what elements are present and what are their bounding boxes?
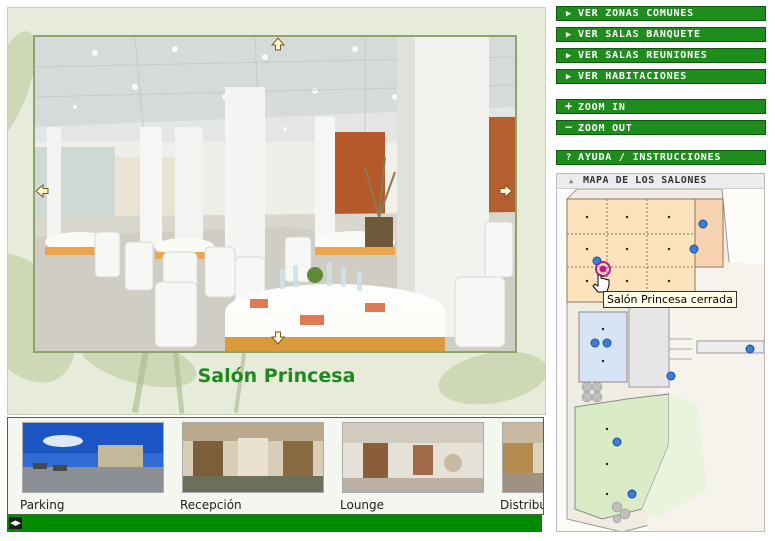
pan-down-arrow-icon[interactable]: [271, 331, 285, 345]
thumbnail-item[interactable]: Lounge: [340, 422, 484, 512]
tour-app: Salón Princesa Parking Recepción Lounge …: [0, 0, 775, 541]
play-triangle-icon: ▶: [565, 51, 573, 61]
floor-plan-drawing: [566, 189, 764, 531]
thumbnail-image: [22, 422, 164, 493]
scroll-left-right-icon[interactable]: ◀▶: [9, 517, 22, 529]
thumbnail-scrollbar[interactable]: ◀▶: [7, 515, 542, 532]
thumbnail-label: Parking: [20, 498, 65, 512]
map-tooltip: Salón Princesa cerrada: [603, 291, 737, 308]
thumbnail-item[interactable]: Distribu: [500, 422, 544, 512]
collapse-triangle-icon[interactable]: ▲: [569, 174, 579, 188]
thumbnail-image: [502, 422, 543, 493]
zoom-in-label: ZOOM IN: [578, 102, 626, 113]
map-title: MAPA DE LOS SALONES: [583, 175, 707, 186]
thumbnail-image: [342, 422, 484, 493]
nav-button-salas-reuniones[interactable]: ▶ VER SALAS REUNIONES: [556, 48, 766, 63]
zoom-out-label: ZOOM OUT: [578, 123, 633, 134]
nav-button-zonas-comunes[interactable]: ▶ VER ZONAS COMUNES: [556, 6, 766, 21]
ballroom-panorama-image: [35, 37, 515, 351]
help-button[interactable]: ? AYUDA / INSTRUCCIONES: [556, 150, 766, 165]
nav-button-label: VER HABITACIONES: [578, 71, 688, 82]
pan-left-arrow-icon[interactable]: [35, 184, 49, 198]
thumbnail-item[interactable]: Recepción: [180, 422, 324, 512]
floor-plan-map: ▲ MAPA DE LOS SALONES: [556, 173, 765, 532]
help-label: AYUDA / INSTRUCCIONES: [578, 152, 722, 163]
nav-button-salas-banquete[interactable]: ▶ VER SALAS BANQUETE: [556, 27, 766, 42]
panorama-viewer-panel: Salón Princesa: [7, 7, 546, 415]
thumbnail-label: Distribu: [500, 498, 544, 512]
nav-button-habitaciones[interactable]: ▶ VER HABITACIONES: [556, 69, 766, 84]
zoom-out-button[interactable]: − ZOOM OUT: [556, 120, 766, 135]
nav-button-label: VER SALAS BANQUETE: [578, 29, 701, 40]
thumbnail-image: [182, 422, 324, 493]
map-header: ▲ MAPA DE LOS SALONES: [557, 174, 764, 189]
thumbnail-strip: Parking Recepción Lounge Distribu: [7, 417, 544, 515]
thumbnail-label: Recepción: [180, 498, 242, 512]
thumbnail-item[interactable]: Parking: [20, 422, 164, 512]
room-title: Salón Princesa: [197, 365, 356, 387]
nav-button-label: VER ZONAS COMUNES: [578, 8, 694, 19]
play-triangle-icon: ▶: [565, 9, 573, 19]
pan-up-arrow-icon[interactable]: [271, 37, 285, 51]
plus-icon: +: [564, 99, 574, 113]
play-triangle-icon: ▶: [565, 72, 573, 82]
thumbnail-label: Lounge: [340, 498, 385, 512]
question-mark-icon: ?: [565, 153, 573, 163]
panorama-view[interactable]: [33, 35, 517, 353]
minus-icon: −: [564, 120, 574, 134]
play-triangle-icon: ▶: [565, 30, 573, 40]
zoom-in-button[interactable]: + ZOOM IN: [556, 99, 766, 114]
nav-button-label: VER SALAS REUNIONES: [578, 50, 708, 61]
pan-right-arrow-icon[interactable]: [499, 184, 513, 198]
